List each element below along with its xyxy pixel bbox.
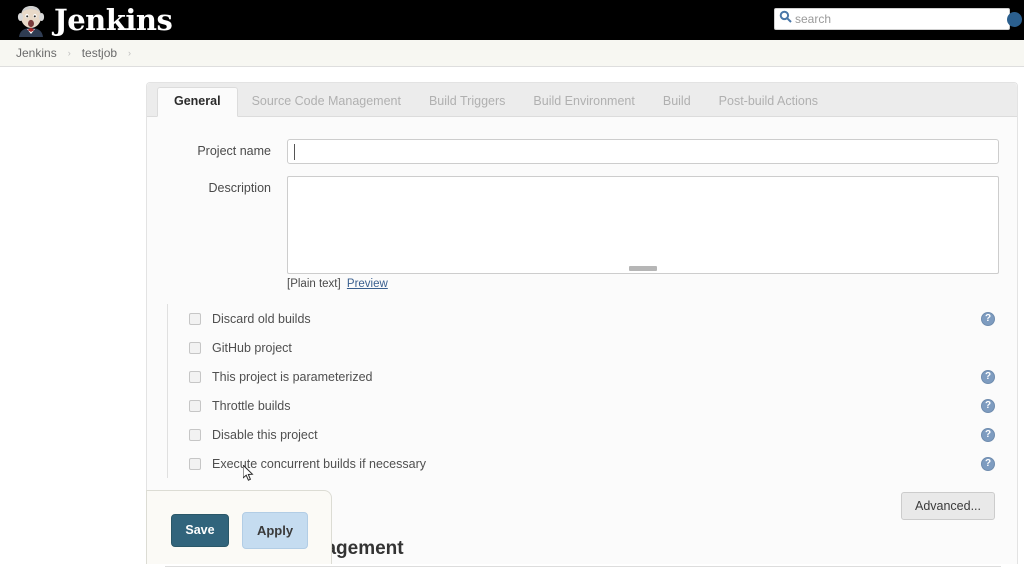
description-control: [Plain text] Preview xyxy=(287,176,999,290)
search-area[interactable]: search xyxy=(774,8,1022,30)
label-github-project: GitHub project xyxy=(212,340,292,355)
tab-build[interactable]: Build xyxy=(649,87,705,117)
search-placeholder: search xyxy=(795,12,832,26)
checkbox-disable-this-project[interactable] xyxy=(189,428,201,441)
option-row-discard-old-builds[interactable]: Discard old builds ? xyxy=(168,304,1017,333)
checkbox-github-project[interactable] xyxy=(189,341,201,354)
description-format-row: [Plain text] Preview xyxy=(287,278,999,290)
help-icon-throttle-builds[interactable]: ? xyxy=(981,398,995,413)
option-row-this-project-is-parameterized[interactable]: This project is parameterized ? xyxy=(168,362,1017,391)
plain-text-note: [Plain text] xyxy=(287,278,341,290)
description-row: Description [Plain text] Preview xyxy=(147,176,1017,290)
jenkins-butler-icon xyxy=(14,3,48,37)
option-row-execute-concurrent-builds[interactable]: Execute concurrent builds if necessary ? xyxy=(168,449,1017,478)
project-name-label: Project name xyxy=(197,144,271,158)
options-checkbox-group: Discard old builds ? GitHub project This… xyxy=(167,304,1017,478)
config-tab-bar: General Source Code Management Build Tri… xyxy=(147,83,1017,117)
checkbox-discard-old-builds[interactable] xyxy=(189,312,201,325)
general-form: Project name Description [Plain text] Pr… xyxy=(147,117,1017,520)
project-name-input[interactable] xyxy=(287,139,999,164)
textarea-resize-handle[interactable] xyxy=(629,266,657,271)
tab-source-code-management[interactable]: Source Code Management xyxy=(238,87,415,117)
help-icon-this-project-is-parameterized[interactable]: ? xyxy=(981,369,995,384)
jenkins-home-link[interactable]: Jenkins xyxy=(14,2,173,37)
breadcrumb: Jenkins › testjob › xyxy=(0,40,1024,67)
project-name-row: Project name xyxy=(147,139,1017,164)
description-label: Description xyxy=(208,181,271,195)
checkbox-this-project-is-parameterized[interactable] xyxy=(189,370,201,383)
checkbox-execute-concurrent-builds[interactable] xyxy=(189,457,201,470)
search-input[interactable]: search xyxy=(774,8,1010,30)
breadcrumb-item-testjob[interactable]: testjob xyxy=(82,46,117,60)
tab-post-build-actions[interactable]: Post-build Actions xyxy=(705,87,832,117)
option-row-disable-this-project[interactable]: Disable this project ? xyxy=(168,420,1017,449)
search-icon xyxy=(779,10,792,28)
option-row-github-project[interactable]: GitHub project xyxy=(168,333,1017,362)
save-button[interactable]: Save xyxy=(171,514,229,547)
breadcrumb-separator: › xyxy=(67,48,71,58)
account-orb-icon[interactable] xyxy=(1007,12,1022,27)
text-caret xyxy=(294,144,295,160)
label-discard-old-builds: Discard old builds xyxy=(212,311,311,326)
mouse-cursor xyxy=(242,463,255,483)
description-textarea[interactable] xyxy=(287,176,999,274)
breadcrumb-item-jenkins[interactable]: Jenkins xyxy=(16,46,57,60)
help-icon-discard-old-builds[interactable]: ? xyxy=(981,311,995,326)
project-name-control xyxy=(287,139,999,164)
option-row-throttle-builds[interactable]: Throttle builds ? xyxy=(168,391,1017,420)
label-throttle-builds: Throttle builds xyxy=(212,398,291,413)
apply-button[interactable]: Apply xyxy=(242,512,308,549)
description-preview-link[interactable]: Preview xyxy=(347,278,388,290)
help-icon-execute-concurrent-builds[interactable]: ? xyxy=(981,456,995,471)
brand-title: Jenkins xyxy=(54,2,173,37)
tab-build-triggers[interactable]: Build Triggers xyxy=(415,87,519,117)
label-this-project-is-parameterized: This project is parameterized xyxy=(212,369,373,384)
page-body: General Source Code Management Build Tri… xyxy=(0,67,1024,567)
form-action-bar: Save Apply xyxy=(146,490,332,564)
label-disable-this-project: Disable this project xyxy=(212,427,318,442)
help-icon-disable-this-project[interactable]: ? xyxy=(981,427,995,442)
breadcrumb-separator-trailing: › xyxy=(128,48,132,58)
checkbox-throttle-builds[interactable] xyxy=(189,399,201,412)
tab-general[interactable]: General xyxy=(157,86,238,117)
tab-build-environment[interactable]: Build Environment xyxy=(519,87,648,117)
top-header-bar: Jenkins search xyxy=(0,0,1024,40)
advanced-button[interactable]: Advanced... xyxy=(900,492,995,520)
